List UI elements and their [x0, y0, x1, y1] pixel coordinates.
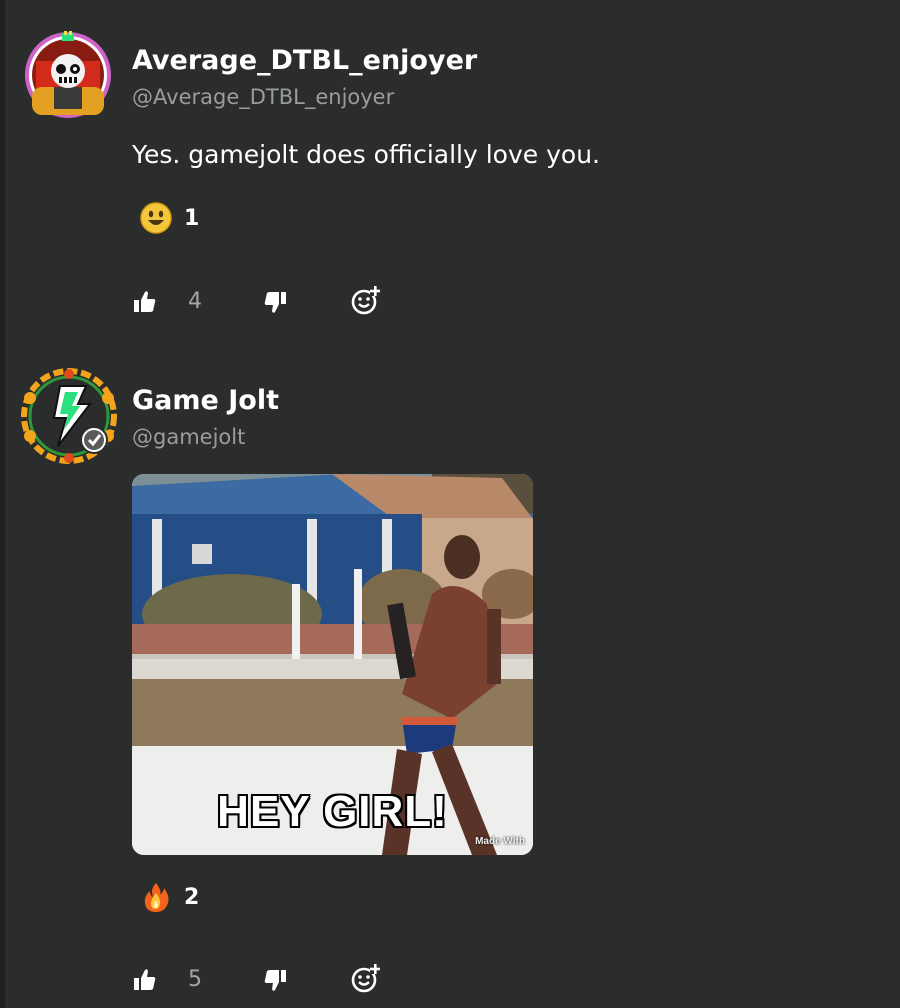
- thumbs-down-icon: [264, 292, 286, 313]
- thumbs-up-icon: [134, 969, 156, 990]
- gif-caption: HEY GIRL!: [217, 787, 448, 836]
- user-avatar[interactable]: [20, 368, 118, 464]
- gif-watermark: Made With: [475, 836, 525, 847]
- thumbs-down-icon: [264, 970, 286, 991]
- user-avatar[interactable]: [24, 31, 112, 119]
- reaction-count: 1: [184, 205, 200, 231]
- comment-author-name[interactable]: Game Jolt: [132, 385, 279, 416]
- smiley-face-icon: [140, 202, 172, 234]
- reaction-count: 2: [184, 884, 200, 910]
- like-count: 4: [188, 289, 202, 314]
- like-button[interactable]: [132, 966, 158, 994]
- add-reaction-icon: [351, 286, 380, 315]
- comment-text: Yes. gamejolt does officially love you.: [132, 140, 600, 169]
- comment-author-handle[interactable]: @gamejolt: [132, 425, 245, 449]
- comment-author-handle[interactable]: @Average_DTBL_enjoyer: [132, 85, 394, 109]
- gif-media[interactable]: HEY GIRL! Made With: [132, 474, 533, 855]
- dislike-button[interactable]: [262, 288, 288, 316]
- add-reaction-button[interactable]: [350, 284, 382, 316]
- fire-icon: [144, 883, 169, 912]
- comment-feed: Average_DTBL_enjoyer @Average_DTBL_enjoy…: [0, 0, 900, 1008]
- add-reaction-icon: [351, 964, 380, 993]
- thumbs-up-icon: [134, 291, 156, 312]
- like-button[interactable]: [132, 288, 158, 316]
- comment-author-name[interactable]: Average_DTBL_enjoyer: [132, 45, 477, 76]
- dislike-button[interactable]: [262, 966, 288, 994]
- left-panel-edge: [0, 0, 5, 1008]
- gamejolt-logo-avatar-icon: [21, 368, 117, 464]
- skeleton-avatar-icon: [25, 31, 111, 118]
- like-count: 5: [188, 967, 202, 992]
- add-reaction-button[interactable]: [350, 962, 382, 994]
- reaction-chip[interactable]: 2: [140, 880, 199, 914]
- reaction-chip[interactable]: 1: [140, 201, 199, 235]
